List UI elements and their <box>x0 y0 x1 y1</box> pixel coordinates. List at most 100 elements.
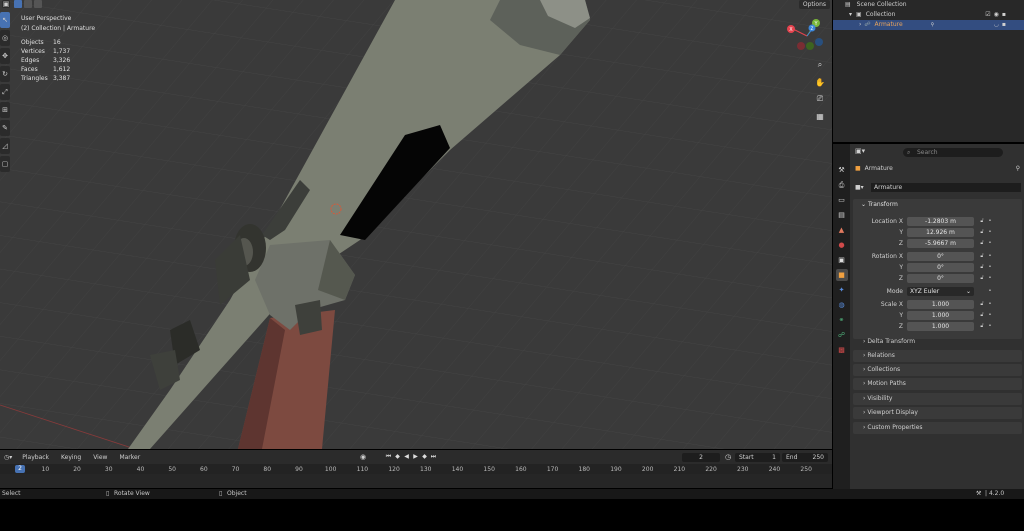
scale-x-field[interactable]: 1.000 <box>907 299 974 309</box>
view-layer-tab-icon[interactable]: ▤ <box>836 209 848 221</box>
keying-menu[interactable]: Keying <box>59 454 83 461</box>
camera-view-icon[interactable]: ⎚ <box>813 92 827 106</box>
keyframe-dot-icon[interactable]: • <box>987 240 993 246</box>
cursor-tool-icon[interactable]: ◎ <box>0 30 10 46</box>
keyframe-dot-icon[interactable]: • <box>987 264 993 270</box>
location-z-field[interactable]: -5.9667 m <box>907 238 974 248</box>
scale-z-field[interactable]: 1.000 <box>907 321 974 331</box>
keyframe-dot-icon[interactable]: • <box>987 218 993 224</box>
clock-icon[interactable]: ◷ <box>725 453 731 461</box>
lock-icon[interactable]: 🔓︎ <box>977 301 987 307</box>
motion-paths-panel[interactable]: › Motion Paths <box>853 378 1022 390</box>
select-subtract-icon[interactable] <box>34 0 42 8</box>
ortho-grid-icon[interactable]: ▦ <box>813 109 827 123</box>
texture-tab-icon[interactable]: ▩ <box>836 344 848 356</box>
scene-tab-icon[interactable]: ▲ <box>836 224 848 236</box>
lock-icon[interactable]: 🔓︎ <box>977 253 987 259</box>
move-tool-icon[interactable]: ✥ <box>0 48 10 64</box>
armature-data-tab-icon[interactable]: ☍ <box>836 329 848 341</box>
tool-tab-icon[interactable]: ⚒ <box>836 164 848 176</box>
timeline-keyframe-area[interactable] <box>0 474 832 488</box>
location-y-field[interactable]: 12.926 m <box>907 227 974 237</box>
annotate-tool-icon[interactable]: ✎ <box>0 120 10 136</box>
lock-icon[interactable]: 🔓︎ <box>977 218 987 224</box>
chevron-down-icon[interactable]: ▾ <box>849 10 852 20</box>
start-frame-field[interactable]: Start 1 <box>735 453 780 462</box>
properties-search-input[interactable]: ⌕ Search <box>903 148 1003 157</box>
modifier-tab-icon[interactable]: ✦ <box>836 284 848 296</box>
record-icon[interactable]: ◉ <box>360 453 366 461</box>
relations-panel[interactable]: › Relations <box>853 350 1022 362</box>
world-tab-icon[interactable]: ● <box>836 239 848 251</box>
zoom-icon[interactable]: ⌕ <box>813 58 827 72</box>
outliner-collection[interactable]: ▾ ▣ Collection ☑ ◉ ▪ <box>833 10 1024 20</box>
outliner-armature[interactable]: › ☍ Armature ⚲ ◡ ▪ <box>833 20 1024 30</box>
outliner-scene-collection[interactable]: ▤ Scene Collection <box>833 0 1024 10</box>
scale-y-field[interactable]: 1.000 <box>907 310 974 320</box>
keyframe-dot-icon[interactable]: • <box>987 275 993 281</box>
scale-tool-icon[interactable]: ⤢ <box>0 84 10 100</box>
properties-editor-type-icon[interactable]: ▣▾ <box>855 147 865 155</box>
select-box-tool-icon[interactable]: ↖ <box>0 12 10 28</box>
rotation-y-field[interactable]: 0° <box>907 262 974 272</box>
rotation-mode-select[interactable]: XYZ Euler ⌄ <box>907 286 974 296</box>
render-tab-icon[interactable]: ⎙ <box>836 179 848 191</box>
custom-properties-panel[interactable]: › Custom Properties <box>853 422 1022 434</box>
keyframe-dot-icon[interactable]: • <box>987 229 993 235</box>
navigation-gizmo[interactable]: X Y Z <box>783 18 831 58</box>
location-x-field[interactable]: -1.2803 m <box>907 216 974 226</box>
collection-tab-icon[interactable]: ▣ <box>836 254 848 266</box>
keyframe-dot-icon[interactable]: • <box>987 312 993 318</box>
camera-icon[interactable]: ▪ <box>1002 20 1006 30</box>
bone-data-icon[interactable]: ⚲ <box>931 20 935 30</box>
pin-icon[interactable]: ⚲ <box>1016 164 1020 174</box>
lock-icon[interactable]: 🔓︎ <box>977 323 987 329</box>
delta-transform-subpanel[interactable]: › Delta Transform <box>853 336 1022 348</box>
output-tab-icon[interactable]: ▭ <box>836 194 848 206</box>
object-tab-icon[interactable]: ■ <box>835 269 848 281</box>
camera-icon[interactable]: ▪ <box>1002 10 1006 20</box>
checkbox-icon[interactable]: ☑ <box>985 10 990 20</box>
select-extend-icon[interactable] <box>24 0 32 8</box>
jump-keyframe-back-icon[interactable]: ◆ <box>394 453 401 461</box>
play-reverse-icon[interactable]: ◀ <box>403 453 410 461</box>
eye-icon[interactable]: ◡ <box>994 20 999 30</box>
lock-icon[interactable]: 🔓︎ <box>977 312 987 318</box>
jump-start-icon[interactable]: ⏮ <box>385 453 392 461</box>
chevron-right-icon[interactable]: › <box>859 20 861 30</box>
play-icon[interactable]: ▶ <box>412 453 419 461</box>
lock-icon[interactable]: 🔓︎ <box>977 275 987 281</box>
pan-hand-icon[interactable]: ✋ <box>813 75 827 89</box>
physics-tab-icon[interactable]: ◍ <box>836 299 848 311</box>
measure-tool-icon[interactable]: ◿ <box>0 138 10 154</box>
eye-icon[interactable]: ◉ <box>994 10 999 20</box>
collections-panel[interactable]: › Collections <box>853 364 1022 376</box>
transform-tool-icon[interactable]: ⊞ <box>0 102 10 118</box>
editor-type-icon[interactable]: ▣ <box>2 0 10 8</box>
options-button[interactable]: Options <box>798 0 830 9</box>
lock-icon[interactable]: 🔓︎ <box>977 264 987 270</box>
object-name-field[interactable]: Armature <box>871 183 1021 192</box>
lock-icon[interactable]: 🔓︎ <box>977 229 987 235</box>
keyframe-dot-icon[interactable]: • <box>987 253 993 259</box>
keyframe-dot-icon[interactable]: • <box>987 323 993 329</box>
lock-icon[interactable]: 🔓︎ <box>977 240 987 246</box>
playback-menu[interactable]: Playback <box>20 454 51 461</box>
jump-keyframe-forward-icon[interactable]: ◆ <box>421 453 428 461</box>
jump-end-icon[interactable]: ⏭ <box>430 453 437 461</box>
current-frame-field[interactable]: 2 <box>682 453 720 462</box>
end-frame-field[interactable]: End 250 <box>782 453 828 462</box>
rotate-tool-icon[interactable]: ↻ <box>0 66 10 82</box>
keyframe-dot-icon[interactable]: • <box>987 288 993 294</box>
viewport-display-panel[interactable]: › Viewport Display <box>853 407 1022 419</box>
keyframe-dot-icon[interactable]: • <box>987 301 993 307</box>
playhead-frame-indicator[interactable]: 2 <box>15 465 25 473</box>
view-menu[interactable]: View <box>91 454 109 461</box>
add-cube-tool-icon[interactable]: ▢ <box>0 156 10 172</box>
constraints-tab-icon[interactable]: ⚭ <box>836 314 848 326</box>
select-mode-icon[interactable] <box>14 0 22 8</box>
transform-panel-header[interactable]: ⌄ Transform <box>853 199 1022 211</box>
timeline-ruler[interactable]: 2 10 20 30 40 50 60 70 80 90 100 110 120 130 140 150 160… <box>0 464 832 488</box>
rotation-x-field[interactable]: 0° <box>907 251 974 261</box>
timeline-editor-icon[interactable]: ◷▾ <box>4 454 12 461</box>
